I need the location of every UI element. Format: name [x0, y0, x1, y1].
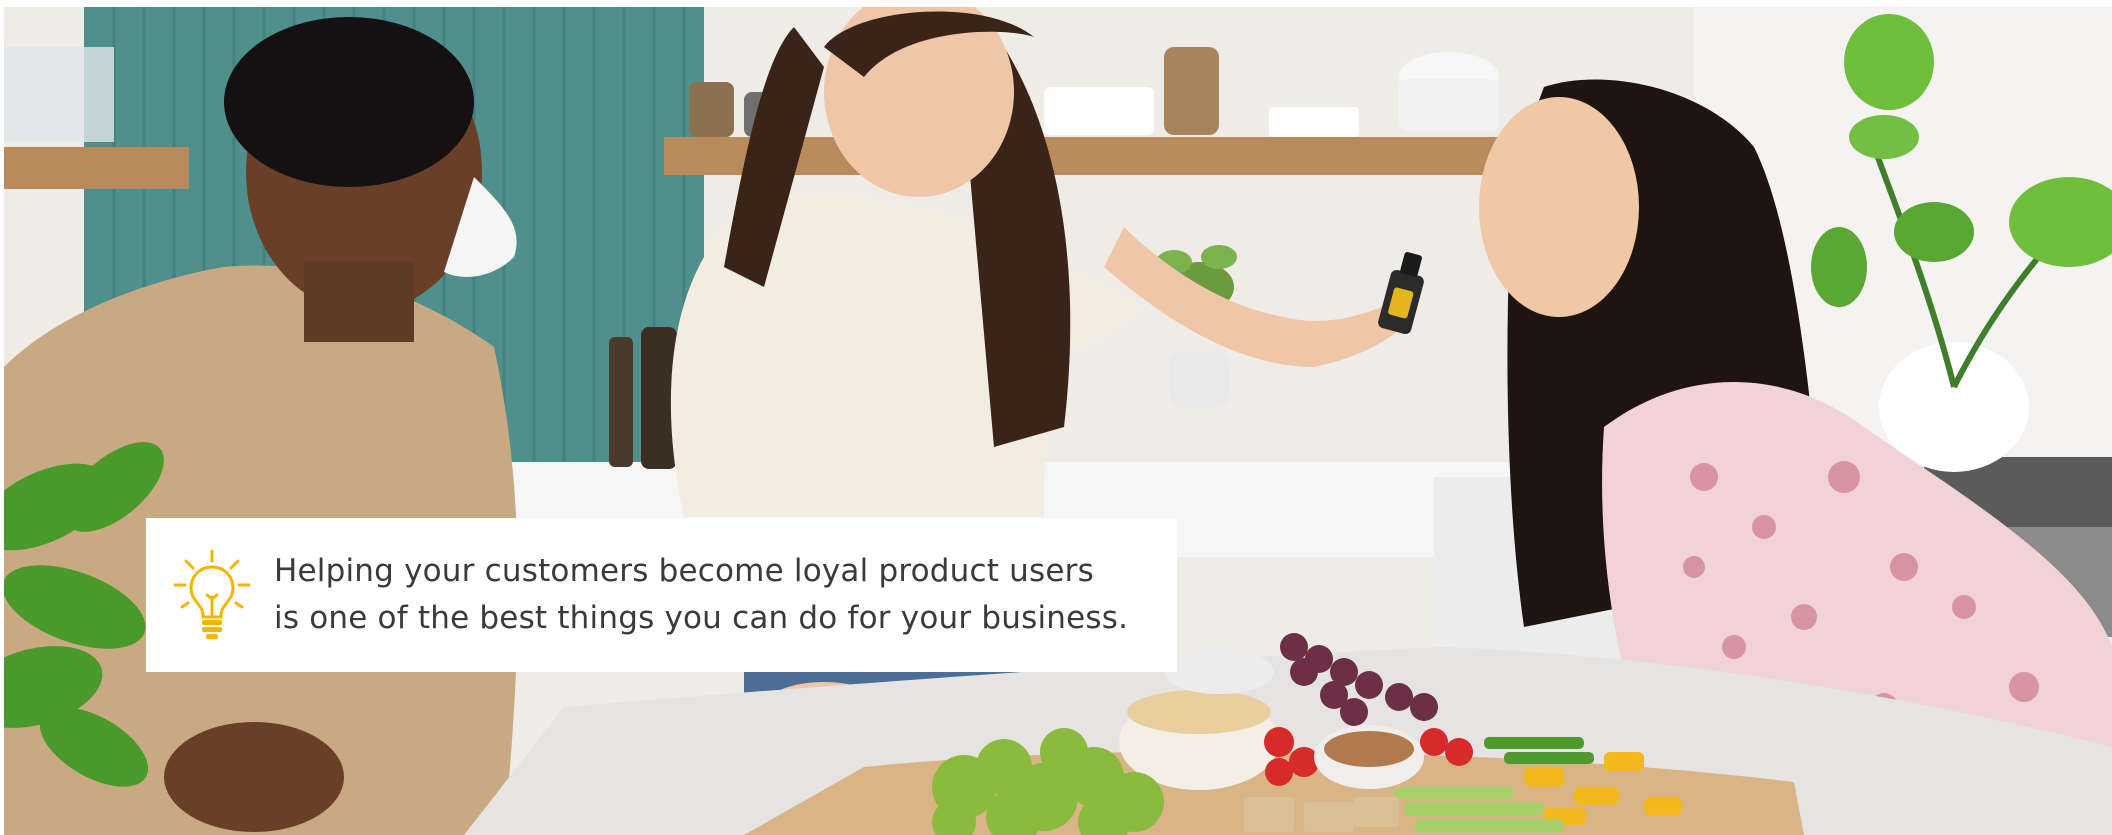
photo-illustration: [4, 7, 2112, 835]
callout-line-1: Helping your customers become loyal prod…: [274, 553, 1094, 589]
kitchen-photo: [4, 7, 2112, 835]
callout-box: Helping your customers become loyal prod…: [146, 518, 1177, 672]
hero-banner: Helping your customers become loyal prod…: [0, 0, 2112, 835]
callout-line-2: is one of the best things you can do for…: [274, 600, 1129, 636]
callout-message: Helping your customers become loyal prod…: [274, 548, 1128, 642]
lightbulb-icon: [173, 549, 251, 639]
